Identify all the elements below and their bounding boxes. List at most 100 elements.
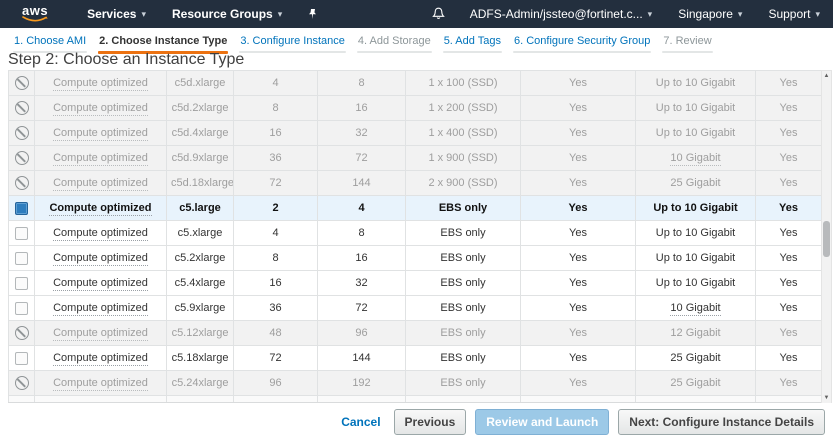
instance-row: Compute optimized c5.12xlarge 48 96 EBS …: [9, 321, 822, 346]
vcpus-cell: 16: [234, 121, 318, 146]
ipv6-cell: Yes: [756, 346, 822, 371]
scrollbar-thumb[interactable]: [823, 221, 830, 257]
memory-cell: 16: [318, 96, 406, 121]
network-cell: Up to 10 Gigabit: [636, 246, 756, 271]
ipv6-cell: Yes: [756, 321, 822, 346]
row-checkbox[interactable]: [15, 252, 28, 265]
network-label: 12 Gigabit: [670, 327, 720, 339]
instance-row[interactable]: Compute optimized c5.18xlarge 72 144 EBS…: [9, 346, 822, 371]
network-cell: Up to 10 Gigabit: [636, 271, 756, 296]
wizard-step-underline: [513, 51, 651, 53]
pushpin-icon[interactable]: [295, 8, 330, 20]
storage-cell: EBS only: [406, 296, 521, 321]
wizard-step-label: 6. Configure Security Group: [513, 34, 651, 51]
network-cell: 10 Gigabit: [636, 296, 756, 321]
family-cell: Compute optimized: [35, 121, 167, 146]
network-label: Up to 10 Gigabit: [656, 227, 736, 239]
instance-row[interactable]: Compute optimized c5.large 2 4 EBS only …: [9, 196, 822, 221]
type-cell: c5d.9xlarge: [167, 146, 234, 171]
network-label: 10 Gigabit: [670, 302, 720, 316]
row-selector-cell: [9, 96, 35, 121]
vcpus-cell: 8: [234, 96, 318, 121]
scroll-down-arrow[interactable]: ▼: [822, 393, 831, 403]
family-cell: Compute optimized: [35, 271, 167, 296]
row-selector-cell: [9, 246, 35, 271]
network-cell: Up to 10 Gigabit: [636, 221, 756, 246]
row-checkbox-checked[interactable]: [15, 202, 28, 215]
cancel-link[interactable]: Cancel: [341, 415, 380, 429]
ipv6-cell: Yes: [756, 271, 822, 296]
ipv6-cell: Yes: [756, 171, 822, 196]
ipv6-cell: Yes: [756, 146, 822, 171]
row-selector-cell: [9, 71, 35, 96]
instance-row[interactable]: Compute optimized c5.9xlarge 36 72 EBS o…: [9, 296, 822, 321]
instance-row: Compute optimized c5d.2xlarge 8 16 1 x 2…: [9, 96, 822, 121]
wizard-step-underline: [357, 51, 432, 53]
row-selector-cell: [9, 146, 35, 171]
nav-region-menu[interactable]: Singapore ▾: [665, 0, 755, 28]
network-label: Up to 10 Gigabit: [656, 77, 736, 89]
instance-row[interactable]: Compute optimized c5.xlarge 4 8 EBS only…: [9, 221, 822, 246]
vertical-scrollbar[interactable]: ▲ ▼: [821, 70, 832, 404]
ban-icon: [15, 126, 29, 140]
network-cell: Up to 10 Gigabit: [636, 71, 756, 96]
wizard-step-label: 1. Choose AMI: [13, 34, 87, 51]
nav-services[interactable]: Services ▾: [74, 0, 159, 28]
wizard-footer: Cancel Previous Review and Launch Next: …: [0, 403, 833, 440]
instance-row: Compute optimized c5d.9xlarge 36 72 1 x …: [9, 146, 822, 171]
wizard-step-3[interactable]: 3. Configure Instance: [239, 28, 346, 53]
row-checkbox[interactable]: [15, 302, 28, 315]
wizard-step-6[interactable]: 6. Configure Security Group: [513, 28, 651, 53]
row-checkbox[interactable]: [15, 352, 28, 365]
wizard-step-1[interactable]: 1. Choose AMI: [13, 28, 87, 53]
memory-cell: 16: [318, 246, 406, 271]
bell-icon[interactable]: [420, 7, 457, 21]
storage-cell: 1 x 900 (SSD): [406, 146, 521, 171]
chevron-down-icon: ▾: [648, 10, 653, 19]
review-and-launch-button[interactable]: Review and Launch: [475, 409, 609, 435]
ipv6-cell: Yes: [756, 296, 822, 321]
ipv6-cell: Yes: [756, 121, 822, 146]
aws-logo[interactable]: aws: [22, 5, 48, 23]
family-cell: Compute optimized: [35, 321, 167, 346]
wizard-step-underline: [239, 51, 346, 53]
wizard-step-underline: [443, 51, 502, 53]
previous-button[interactable]: Previous: [394, 409, 467, 435]
ipv6-cell: Yes: [756, 221, 822, 246]
nav-region-label: Singapore: [678, 7, 733, 21]
storage-cell: EBS only: [406, 221, 521, 246]
nav-account-menu[interactable]: ADFS-Admin/jssteo@fortinet.c... ▾: [457, 0, 665, 28]
page-title: Step 2: Choose an Instance Type: [8, 51, 244, 69]
ban-icon: [15, 101, 29, 115]
instance-row[interactable]: Compute optimized c5.4xlarge 16 32 EBS o…: [9, 271, 822, 296]
ipv6-cell: Yes: [756, 96, 822, 121]
next-configure-instance-button[interactable]: Next: Configure Instance Details: [618, 409, 825, 435]
memory-cell: 72: [318, 146, 406, 171]
family-cell: Compute optimized: [35, 346, 167, 371]
wizard-step-4: 4. Add Storage: [357, 28, 432, 53]
scroll-up-arrow[interactable]: ▲: [822, 71, 831, 81]
row-checkbox[interactable]: [15, 277, 28, 290]
vcpus-cell: 36: [234, 146, 318, 171]
ebs-optimized-cell: Yes: [521, 321, 636, 346]
nav-services-label: Services: [87, 7, 136, 21]
wizard-step-label: 2. Choose Instance Type: [98, 34, 228, 51]
wizard-step-5[interactable]: 5. Add Tags: [443, 28, 502, 53]
family-cell: Compute optimized: [35, 221, 167, 246]
storage-cell: EBS only: [406, 346, 521, 371]
type-cell: c5.2xlarge: [167, 246, 234, 271]
ban-icon: [15, 76, 29, 90]
storage-cell: 1 x 100 (SSD): [406, 71, 521, 96]
memory-cell: 96: [318, 321, 406, 346]
type-cell: c5.4xlarge: [167, 271, 234, 296]
memory-cell: 32: [318, 121, 406, 146]
memory-cell: 8: [318, 221, 406, 246]
nav-resource-groups-label: Resource Groups: [172, 7, 273, 21]
vcpus-cell: 72: [234, 171, 318, 196]
family-label: Compute optimized: [53, 302, 148, 316]
network-label: 25 Gigabit: [670, 177, 720, 189]
nav-resource-groups[interactable]: Resource Groups ▾: [159, 0, 295, 28]
instance-row[interactable]: Compute optimized c5.2xlarge 8 16 EBS on…: [9, 246, 822, 271]
row-checkbox[interactable]: [15, 227, 28, 240]
nav-support-menu[interactable]: Support ▾: [755, 0, 833, 28]
